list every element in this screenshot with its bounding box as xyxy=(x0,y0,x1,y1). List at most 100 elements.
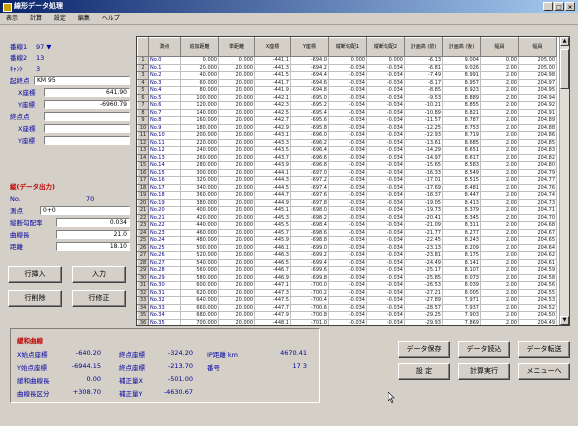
grid-cell[interactable]: No.5 xyxy=(148,93,181,102)
grid-cell[interactable]: 204.83 xyxy=(518,146,557,155)
row-header[interactable]: 21 xyxy=(137,206,149,215)
grid-cell[interactable]: 440.000 xyxy=(180,221,219,230)
grid-cell[interactable]: 20.000 xyxy=(218,63,255,72)
table-row[interactable]: 17 No.16 320.000 20.000 -444.3 -697.2 -0.034 -0… xyxy=(137,176,557,185)
grid-cell[interactable]: -0.034 xyxy=(328,138,367,147)
grid-cell[interactable]: 20.000 xyxy=(218,86,255,95)
grid-cell[interactable]: 0.00 xyxy=(480,56,519,65)
grid-cell[interactable]: 204.70 xyxy=(518,213,557,222)
grid-cell[interactable]: 204.98 xyxy=(518,71,557,80)
grid-cell[interactable]: 8.855 xyxy=(442,101,481,110)
grid-cell[interactable]: -11.57 xyxy=(404,116,443,125)
grid-cell[interactable]: 8.685 xyxy=(442,138,481,147)
grid-cell[interactable]: -0.034 xyxy=(328,251,367,260)
grid-cell[interactable]: -0.034 xyxy=(328,288,367,297)
grid-cell[interactable]: -695.6 xyxy=(290,116,329,125)
scroll-up-arrow[interactable]: ▲ xyxy=(560,37,569,46)
grid-cell[interactable]: -0.034 xyxy=(328,86,367,95)
grid-cell[interactable]: 8.549 xyxy=(442,168,481,177)
table-row[interactable]: 25 No.24 480.000 20.000 -445.9 -698.8 -0.034 -0… xyxy=(137,236,557,245)
row-header[interactable]: 36 xyxy=(137,318,149,325)
grid-cell[interactable]: -446.1 xyxy=(254,243,291,252)
grid-cell[interactable]: -700.4 xyxy=(290,296,329,305)
settings-button[interactable]: 設 定 xyxy=(398,363,450,380)
grid-cell[interactable]: 8.277 xyxy=(442,228,481,237)
grid-cell[interactable]: -22.45 xyxy=(404,236,443,245)
grid-cell[interactable]: No.1 xyxy=(148,63,181,72)
grid-cell[interactable]: -446.7 xyxy=(254,266,291,275)
grid-cell[interactable]: -698.4 xyxy=(290,221,329,230)
row-header[interactable]: 4 xyxy=(137,78,149,87)
grid-scrollbar[interactable]: ▲ ▼ xyxy=(559,37,569,325)
grid-cell[interactable]: 2.00 xyxy=(480,236,519,245)
grid-cell[interactable]: -0.034 xyxy=(366,266,405,275)
grid-cell[interactable]: -444.1 xyxy=(254,168,291,177)
grid-cell[interactable]: No.16 xyxy=(148,176,181,185)
grid-cell[interactable]: -0.034 xyxy=(328,318,367,325)
grid-cell[interactable]: 2.00 xyxy=(480,108,519,117)
grid-cell[interactable]: -0.034 xyxy=(366,138,405,147)
grid-cell[interactable]: -0.034 xyxy=(366,236,405,245)
grid-cell[interactable]: -0.034 xyxy=(328,108,367,117)
grid-cell[interactable]: 20.000 xyxy=(218,221,255,230)
grid-cell[interactable]: 205.00 xyxy=(518,63,557,72)
table-row[interactable]: 15 No.14 280.000 20.000 -443.9 -696.8 -0.034 -0… xyxy=(137,161,557,170)
grid-cell[interactable]: -0.034 xyxy=(366,243,405,252)
table-row[interactable]: 21 No.20 400.000 20.000 -445.1 -698.0 -0.034 -0… xyxy=(137,206,557,215)
row-header[interactable]: 17 xyxy=(137,176,149,185)
grid-cell[interactable]: 400.000 xyxy=(180,206,219,215)
grid-cell[interactable]: 204.58 xyxy=(518,273,557,282)
row-header[interactable]: 2 xyxy=(137,63,149,72)
table-row[interactable]: 27 No.26 520.000 20.000 -446.3 -699.2 -0.034 -0… xyxy=(137,251,557,260)
grid-cell[interactable]: 2.00 xyxy=(480,198,519,207)
grid-cell[interactable]: 0.000 xyxy=(366,56,405,65)
row-header[interactable]: 19 xyxy=(137,191,149,200)
grid-cell[interactable]: 140.000 xyxy=(180,108,219,117)
grid-cell[interactable]: 204.80 xyxy=(518,161,557,170)
grid-cell[interactable]: No.27 xyxy=(148,258,181,267)
grid-cell[interactable]: 20.000 xyxy=(180,63,219,72)
grid-cell[interactable]: -441.5 xyxy=(254,71,291,80)
grid-cell[interactable]: -16.33 xyxy=(404,168,443,177)
grid-cell[interactable]: 204.79 xyxy=(518,168,557,177)
grid-cell[interactable]: 380.000 xyxy=(180,198,219,207)
row-header[interactable]: 14 xyxy=(137,153,149,162)
grid-cell[interactable]: 2.00 xyxy=(480,206,519,215)
grid-cell[interactable]: -0.034 xyxy=(328,221,367,230)
grid-cell[interactable]: 8.515 xyxy=(442,176,481,185)
grid-cell[interactable]: 600.000 xyxy=(180,281,219,290)
grid-cell[interactable]: 180.000 xyxy=(180,123,219,132)
grid-cell[interactable]: 280.000 xyxy=(180,161,219,170)
grid-cell[interactable]: -17.69 xyxy=(404,183,443,192)
grid-cell[interactable]: -0.034 xyxy=(366,168,405,177)
grid-cell[interactable]: 8.957 xyxy=(442,78,481,87)
grid-cell[interactable]: -0.034 xyxy=(328,191,367,200)
grid-cell[interactable]: No.28 xyxy=(148,266,181,275)
grid-cell[interactable]: 20.000 xyxy=(218,153,255,162)
grid-cell[interactable]: -21.77 xyxy=(404,228,443,237)
grid-column-header[interactable]: 計画高 (後) xyxy=(442,37,481,57)
grid-cell[interactable]: 620.000 xyxy=(180,288,219,297)
grid-cell[interactable]: 2.00 xyxy=(480,303,519,312)
grid-cell[interactable]: 8.039 xyxy=(442,281,481,290)
grid-cell[interactable]: -0.034 xyxy=(366,86,405,95)
grid-cell[interactable]: -695.0 xyxy=(290,93,329,102)
grid-cell[interactable]: 8.787 xyxy=(442,116,481,125)
grid-cell[interactable]: 8.583 xyxy=(442,161,481,170)
grid-cell[interactable]: 8.753 xyxy=(442,123,481,132)
grid-cell[interactable]: -446.3 xyxy=(254,251,291,260)
close-button[interactable]: × xyxy=(565,2,575,11)
grid-cell[interactable]: -441.1 xyxy=(254,56,291,65)
grid-cell[interactable]: 300.000 xyxy=(180,168,219,177)
grid-cell[interactable]: -0.034 xyxy=(328,168,367,177)
grid-cell[interactable]: 640.000 xyxy=(180,296,219,305)
grid-cell[interactable]: 8.481 xyxy=(442,183,481,192)
grid-cell[interactable]: No.34 xyxy=(148,311,181,320)
grid-cell[interactable]: -25.17 xyxy=(404,266,443,275)
row-header[interactable]: 22 xyxy=(137,213,149,222)
grid-cell[interactable]: -0.034 xyxy=(328,213,367,222)
grid-cell[interactable]: -442.3 xyxy=(254,101,291,110)
grid-cell[interactable]: -23.13 xyxy=(404,243,443,252)
grid-cell[interactable]: -0.034 xyxy=(366,273,405,282)
grid-cell[interactable]: -0.034 xyxy=(366,318,405,325)
